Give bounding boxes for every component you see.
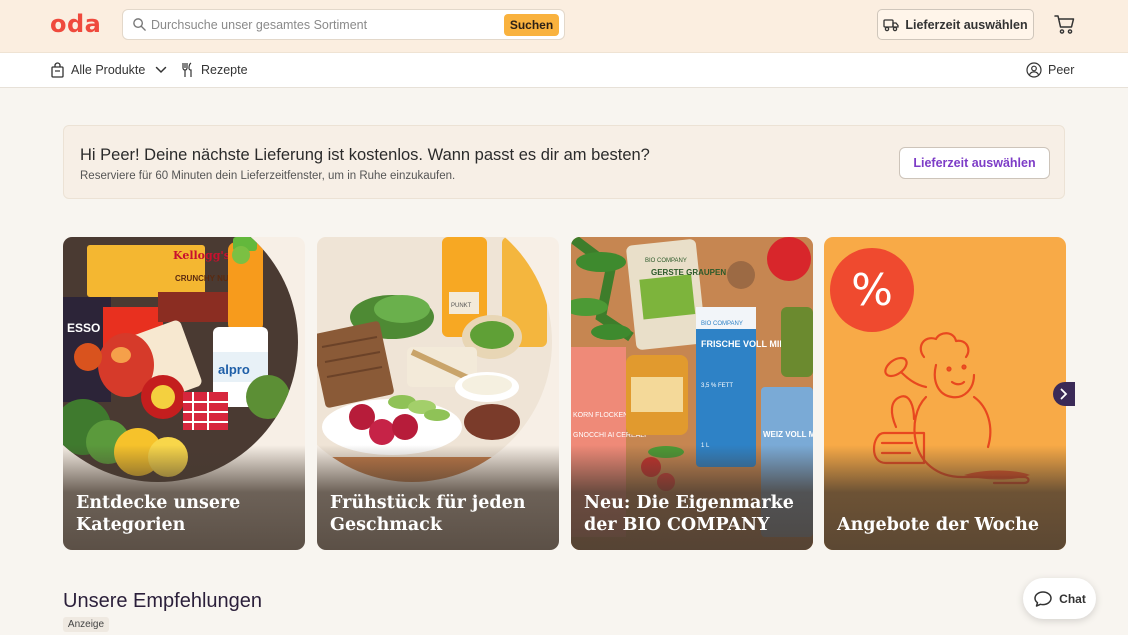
grocery-bag-icon	[51, 62, 64, 78]
cutlery-icon	[182, 62, 192, 77]
kelloggs-text: Kellogg's	[173, 249, 230, 262]
chat-button[interactable]: Chat	[1023, 578, 1096, 619]
recommendations-heading: Unsere Empfehlungen	[63, 590, 263, 612]
banner-subtitle: Reserviere für 60 Minuten dein Lieferzei…	[80, 170, 456, 182]
banner-title: Hi Peer! Deine nächste Lieferung ist kos…	[80, 146, 650, 164]
nav-recipes[interactable]: Rezepte	[180, 62, 248, 78]
category-card-breakfast[interactable]: PUNKT Frühstück für jeden Geschmack	[317, 237, 559, 550]
alpro-text: alpro	[218, 362, 250, 377]
nav-user-account[interactable]: Peer	[1026, 62, 1074, 78]
banner-delivery-time-button[interactable]: Lieferzeit auswählen	[899, 147, 1050, 179]
category-nav: Alle Produkte Rezepte Peer	[0, 53, 1128, 88]
bio-company-milk-label: BIO COMPANY	[701, 321, 743, 327]
oda-logo[interactable]: oda	[50, 10, 101, 38]
free-delivery-banner: Hi Peer! Deine nächste Lieferung ist kos…	[63, 125, 1065, 199]
search-button[interactable]: Suchen	[504, 14, 559, 36]
bio-company-text: BIO COMPANY	[645, 258, 687, 264]
delivery-truck-icon	[883, 18, 900, 31]
weiz-mehl-text: WEIZ VOLL MEHL	[763, 430, 813, 439]
ad-label: Anzeige	[63, 617, 109, 632]
esso-text: ESSO	[67, 321, 100, 335]
crunchy-nut-text: CRUNCHY NUT	[175, 274, 234, 283]
category-card-categories[interactable]: Kellogg's CRUNCHY NUT ESSO alpro Entdeck…	[63, 237, 305, 550]
search-icon	[133, 18, 146, 31]
user-icon	[1026, 62, 1042, 78]
search-input[interactable]	[151, 15, 511, 35]
chat-bubble-icon	[1034, 590, 1052, 607]
card-title: Neu: Die Eigenmarke der BIO COMPANY	[584, 493, 794, 535]
category-card-weekly-offers[interactable]: % Angebote der Woche	[824, 237, 1066, 550]
carousel-next-button[interactable]	[1053, 382, 1075, 406]
top-header: oda Suchen Lieferzeit auswählen	[0, 0, 1128, 53]
search-bar: Suchen	[122, 9, 565, 40]
punkt-text: PUNKT	[451, 303, 472, 309]
chevron-down-icon	[156, 66, 167, 74]
cart-icon[interactable]	[1054, 13, 1076, 35]
card-title: Angebote der Woche	[837, 515, 1039, 535]
fett-text: 3,5 % FETT	[701, 383, 733, 389]
delivery-time-label: Lieferzeit auswählen	[905, 17, 1028, 32]
card-title: Frühstück für jeden Geschmack	[330, 493, 526, 535]
nav-recipes-label: Rezepte	[201, 63, 248, 77]
delivery-time-button[interactable]: Lieferzeit auswählen	[877, 9, 1034, 40]
card-title: Entdecke unsere Kategorien	[76, 493, 241, 535]
nav-user-label: Peer	[1048, 63, 1075, 77]
korn-flocken-text: KORN FLOCKEN	[573, 412, 628, 419]
nav-all-products-label: Alle Produkte	[71, 63, 146, 77]
chat-label: Chat	[1059, 591, 1086, 606]
nav-all-products[interactable]: Alle Produkte	[50, 62, 167, 78]
gerste-text: GERSTE GRAUPEN	[651, 268, 726, 277]
chevron-right-icon	[1060, 388, 1068, 400]
category-card-bio-company[interactable]: BIO COMPANY GERSTE GRAUPEN KORN FLOCKEN …	[571, 237, 813, 550]
